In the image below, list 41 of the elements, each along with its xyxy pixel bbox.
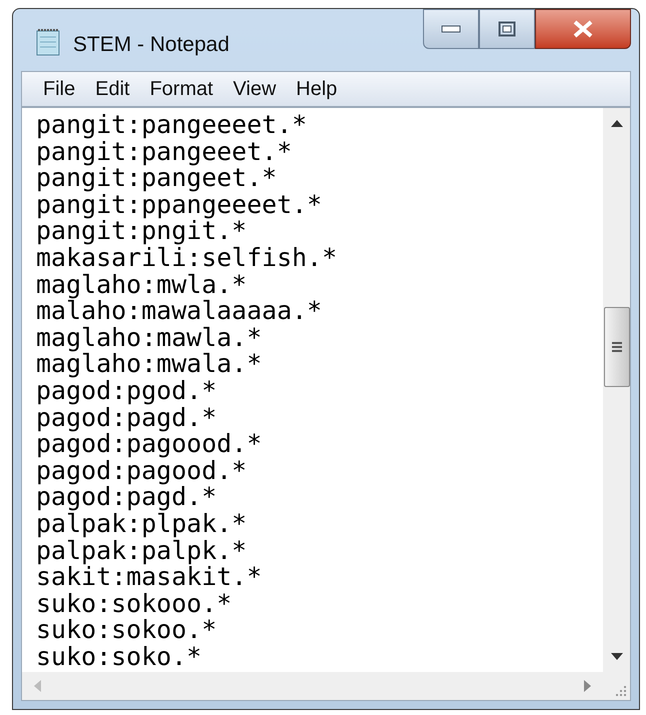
text-line: pagod:pagoood.* [36, 431, 262, 458]
resize-grip-icon[interactable] [615, 685, 627, 697]
window-title: STEM - Notepad [73, 32, 230, 58]
text-line: palpak:plpak.* [36, 510, 247, 538]
menu-item[interactable]: Edit [88, 74, 137, 104]
grip-icon [610, 341, 622, 353]
text-line: pagod:pgod.* [36, 378, 217, 405]
scrollbar-thumb[interactable] [604, 307, 630, 387]
vertical-scrollbar[interactable] [603, 108, 630, 672]
text-line: pagod:pagd.* [36, 404, 217, 432]
text-line: makasarili:selfish.* [36, 244, 338, 272]
menu-item[interactable]: View [226, 74, 284, 104]
text-line: malaho:mawalaaaaa.* [36, 298, 322, 325]
minimize-button[interactable] [423, 9, 479, 49]
text-line: sakit:masakit.* [36, 564, 262, 591]
horizontal-scrollbar[interactable] [22, 672, 603, 700]
close-icon [572, 20, 594, 38]
text-line: pagod:pagood.* [36, 458, 247, 484]
text-line: pangit:ppangeeeet.* [36, 192, 322, 218]
menu-item[interactable]: Help [289, 74, 344, 104]
menu-item[interactable]: Format [142, 74, 220, 104]
text-line: suko:sokooo.* [36, 590, 232, 618]
text-line: pangit:pangeeet.* [36, 138, 292, 166]
text-line: suko:soko.* [36, 644, 202, 670]
text-line: pangit:pangeet.* [36, 165, 277, 192]
minimize-icon [441, 25, 461, 33]
text-line: pangit:pngit.* [36, 218, 247, 245]
text-line: maglaho:mawla.* [36, 324, 262, 352]
maximize-icon [498, 21, 516, 37]
text-line: maglaho:mwala.* [36, 351, 262, 378]
text-line: pangit:pangeeeet.* [36, 112, 307, 139]
text-line: pagod:pagd.* [36, 484, 217, 511]
maximize-button[interactable] [479, 9, 535, 49]
scroll-down-arrow-icon[interactable] [610, 653, 622, 660]
text-line: maglaho:mwla.* [36, 272, 247, 298]
scroll-right-arrow-icon[interactable] [584, 680, 591, 692]
menu-item[interactable]: File [36, 74, 82, 104]
text-line: palpak:palpk.* [36, 538, 247, 564]
scroll-up-arrow-icon[interactable] [610, 120, 622, 127]
close-button[interactable] [535, 9, 631, 49]
text-line: suko:sokoo.* [36, 617, 217, 644]
